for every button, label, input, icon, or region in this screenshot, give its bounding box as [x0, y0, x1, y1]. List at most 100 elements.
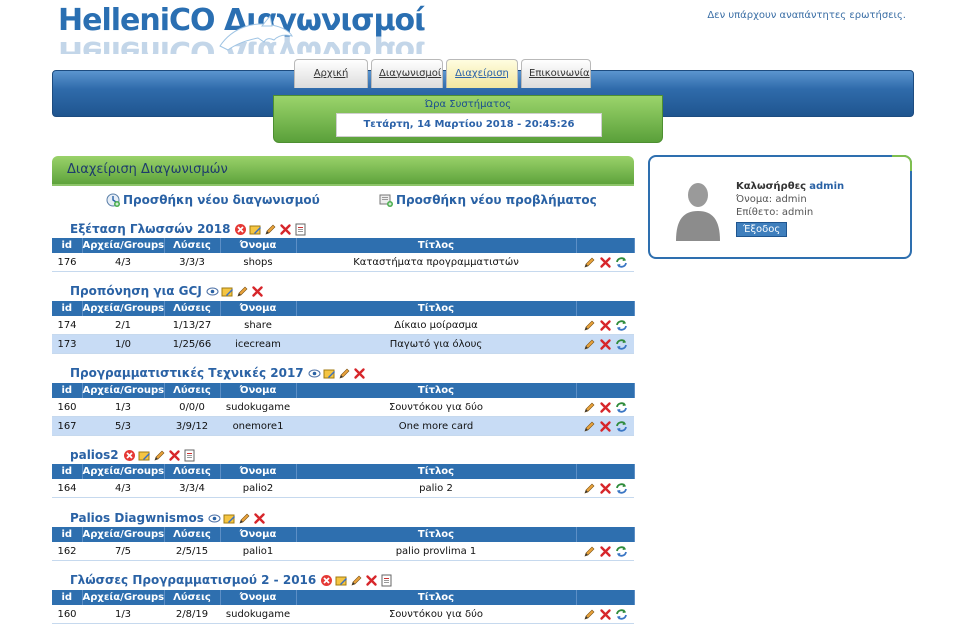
- cross-icon[interactable]: [365, 574, 378, 587]
- problem-name: share: [220, 316, 296, 335]
- cross-icon[interactable]: [599, 319, 612, 332]
- contest-problems-table: id Αρχεία/Groups Λύσεις Όνομα Τίτλος 160 1/3 2/…: [52, 590, 635, 624]
- problem-title: Καταστήματα προγραμματιστών: [296, 253, 576, 272]
- cross-icon[interactable]: [251, 285, 264, 298]
- problem-name: palio2: [220, 479, 296, 498]
- cross-icon[interactable]: [599, 545, 612, 558]
- cross-icon[interactable]: [253, 512, 266, 525]
- document-icon[interactable]: [380, 574, 393, 587]
- refresh-icon[interactable]: [615, 256, 628, 269]
- problem-files: 4/3: [82, 479, 164, 498]
- add-problem-label: Προσθήκη νέου προβλήματος: [396, 193, 597, 207]
- refresh-icon[interactable]: [615, 420, 628, 433]
- pencil-icon[interactable]: [583, 482, 596, 495]
- cross-icon[interactable]: [599, 401, 612, 414]
- panel-divider: [52, 184, 634, 186]
- pencil-icon[interactable]: [153, 449, 166, 462]
- contest-problems-table: id Αρχεία/Groups Λύσεις Όνομα Τίτλος 162 7/5 2/…: [52, 527, 635, 561]
- pencil-icon[interactable]: [238, 512, 251, 525]
- clock-title: Ώρα Συστήματος: [424, 99, 512, 110]
- refresh-icon[interactable]: [615, 338, 628, 351]
- column-header-title: Τίτλος: [296, 383, 577, 398]
- folder-edit-icon[interactable]: [223, 512, 236, 525]
- tab-contact[interactable]: Επικοινωνία: [521, 59, 591, 88]
- pencil-icon[interactable]: [583, 545, 596, 558]
- column-header-actions: [576, 301, 635, 316]
- refresh-icon[interactable]: [615, 401, 628, 414]
- refresh-icon[interactable]: [615, 608, 628, 621]
- contest-title[interactable]: Προγραμματιστικές Τεχνικές 2017: [70, 366, 304, 380]
- document-icon[interactable]: [183, 449, 196, 462]
- cross-icon[interactable]: [599, 338, 612, 351]
- tab-administration[interactable]: Διαχείριση: [446, 59, 518, 88]
- pencil-icon[interactable]: [264, 223, 277, 236]
- delete-x-icon[interactable]: [234, 223, 247, 236]
- pencil-icon[interactable]: [583, 401, 596, 414]
- tab-home[interactable]: Αρχική: [294, 59, 368, 88]
- pencil-icon[interactable]: [583, 608, 596, 621]
- pencil-icon[interactable]: [583, 256, 596, 269]
- pencil-icon[interactable]: [236, 285, 249, 298]
- tab-contests[interactable]: Διαγωνισμοί: [371, 59, 443, 88]
- add-contest-link[interactable]: Προσθήκη νέου διαγωνισμού: [106, 193, 320, 207]
- pencil-icon[interactable]: [583, 420, 596, 433]
- eye-icon[interactable]: [308, 367, 321, 380]
- problem-title: Σουντόκου για δύο: [296, 398, 576, 417]
- contest-title[interactable]: Palios Diagwnismos: [70, 511, 204, 525]
- folder-edit-icon[interactable]: [249, 223, 262, 236]
- problem-title: palio provlima 1: [296, 542, 576, 561]
- column-header-title: Τίτλος: [296, 301, 577, 316]
- pencil-icon[interactable]: [583, 338, 596, 351]
- site-logo[interactable]: HelleniCO Διαγωνισμοί HelleniCO Διαγωνισ…: [58, 4, 438, 54]
- eye-icon[interactable]: [208, 512, 221, 525]
- folder-edit-icon[interactable]: [138, 449, 151, 462]
- cross-icon[interactable]: [168, 449, 181, 462]
- refresh-icon[interactable]: [615, 545, 628, 558]
- eye-icon[interactable]: [206, 285, 219, 298]
- column-header-files: Αρχεία/Groups: [82, 301, 165, 316]
- folder-edit-icon[interactable]: [221, 285, 234, 298]
- cross-icon[interactable]: [353, 367, 366, 380]
- document-icon[interactable]: [294, 223, 307, 236]
- column-header-solutions: Λύσεις: [164, 383, 221, 398]
- problem-id: 176: [52, 253, 82, 272]
- cross-icon[interactable]: [599, 608, 612, 621]
- folder-edit-icon[interactable]: [335, 574, 348, 587]
- contest-title[interactable]: Προπόνηση για GCJ: [70, 284, 202, 298]
- refresh-icon[interactable]: [615, 319, 628, 332]
- pencil-icon[interactable]: [350, 574, 363, 587]
- contest-title[interactable]: Εξέταση Γλωσσών 2018: [70, 222, 230, 236]
- cross-icon[interactable]: [279, 223, 292, 236]
- refresh-icon[interactable]: [615, 482, 628, 495]
- username: admin: [809, 181, 845, 192]
- problem-actions: [576, 398, 634, 417]
- problem-files: 7/5: [82, 542, 164, 561]
- problem-actions: [576, 334, 634, 354]
- contest-title[interactable]: Γλώσσες Προγραμματισμού 2 - 2016: [70, 573, 316, 587]
- problem-row: 174 2/1 1/13/27 share Δίκαιο μοίρασμα: [52, 316, 634, 335]
- clock-value: Τετάρτη, 14 Μαρτίου 2018 - 20:45:26: [336, 113, 602, 137]
- delete-x-icon[interactable]: [320, 574, 333, 587]
- cross-icon[interactable]: [599, 256, 612, 269]
- problem-solutions: 3/3/3: [164, 253, 220, 272]
- problem-solutions: 3/3/4: [164, 479, 220, 498]
- contest-problems-table: id Αρχεία/Groups Λύσεις Όνομα Τίτλος 160 1/3 0/…: [52, 383, 635, 436]
- column-header-id: id: [52, 527, 83, 542]
- column-header-title: Τίτλος: [296, 464, 577, 479]
- pencil-icon[interactable]: [338, 367, 351, 380]
- logout-button[interactable]: Έξοδος: [736, 222, 788, 237]
- contest-title[interactable]: palios2: [70, 448, 119, 462]
- problem-title: One more card: [296, 416, 576, 436]
- folder-edit-icon[interactable]: [323, 367, 336, 380]
- panel-title: Διαχείριση Διαγωνισμών: [67, 162, 228, 177]
- add-problem-link[interactable]: Προσθήκη νέου προβλήματος: [379, 193, 597, 207]
- column-header-solutions: Λύσεις: [164, 238, 221, 253]
- cross-icon[interactable]: [599, 482, 612, 495]
- welcome-label: Καλωσήρθες: [736, 181, 807, 192]
- cross-icon[interactable]: [599, 420, 612, 433]
- pencil-icon[interactable]: [583, 319, 596, 332]
- delete-x-icon[interactable]: [123, 449, 136, 462]
- column-header-actions: [576, 383, 635, 398]
- problem-name: onemore1: [220, 416, 296, 436]
- problem-actions: [576, 479, 634, 498]
